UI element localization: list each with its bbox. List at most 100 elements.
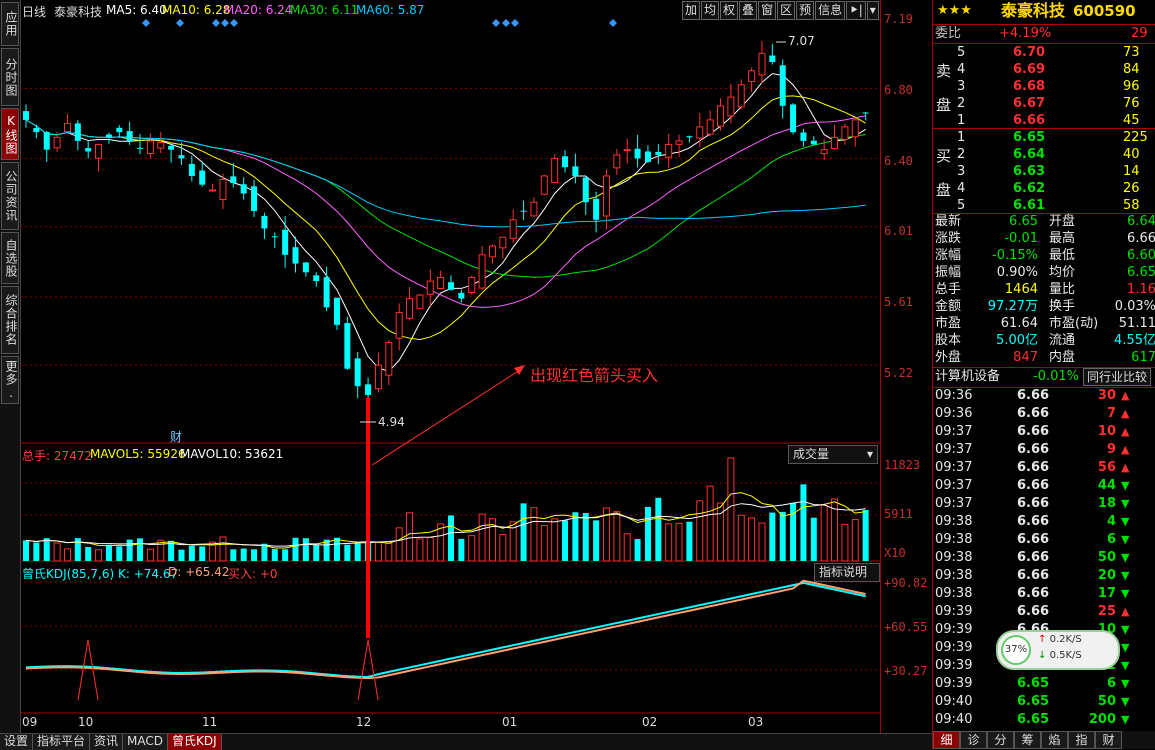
- nav-apps[interactable]: 应用: [1, 2, 19, 46]
- ma20-label: MA20: 6.24: [224, 3, 293, 17]
- tick-volume: 6: [1106, 532, 1116, 547]
- toolbar-button[interactable]: 均: [701, 1, 720, 20]
- level-price: 6.69: [1013, 62, 1046, 77]
- toolbar-button[interactable]: 加: [682, 1, 701, 20]
- stat-value: 1.16: [1127, 282, 1155, 297]
- tick-list[interactable]: 09:36 6.66 30 ▲ 09:36 6.66 7 ▲ 09:37 6.66 …: [933, 387, 1155, 729]
- volume-bar: [562, 520, 569, 561]
- toolbar-button[interactable]: 叠: [739, 1, 758, 20]
- stat-label: 开盘: [1049, 214, 1076, 229]
- event-marker-icon: [492, 19, 500, 27]
- industry-compare-button[interactable]: 同行业比较: [1083, 368, 1152, 386]
- volume-bar: [665, 523, 673, 562]
- level-price: 6.70: [1013, 45, 1046, 60]
- stat-value: 0.90%: [996, 265, 1038, 280]
- stat-value: 617: [1131, 350, 1155, 365]
- tick-volume: 6: [1106, 676, 1116, 691]
- x-axis-label: 10: [78, 715, 94, 729]
- candle-body: [406, 298, 414, 319]
- volume-bar: [841, 523, 849, 562]
- candle-body: [240, 184, 247, 194]
- tab-macd[interactable]: MACD: [123, 734, 169, 750]
- tab-settings[interactable]: 设置: [0, 734, 34, 750]
- toolbar-button[interactable]: 区: [777, 1, 796, 20]
- indicator-help-button[interactable]: 指标说明: [814, 563, 880, 582]
- nav-ranking[interactable]: 综合排名: [1, 286, 19, 354]
- candle-body: [572, 166, 579, 176]
- volume-bar: [426, 537, 434, 562]
- toolbar-button[interactable]: ▾: [866, 1, 879, 20]
- order-book-row[interactable]: 3 6.63 14: [933, 163, 1155, 181]
- quote-stat-row: 总手 1464 量比 1.16: [933, 281, 1155, 299]
- toolbar-button[interactable]: ⯈|: [846, 1, 866, 20]
- order-book-row[interactable]: 5 6.70 73: [933, 44, 1155, 62]
- stat-label: 外盘: [935, 350, 962, 365]
- tick-volume: 30: [1097, 388, 1116, 403]
- nav-intraday[interactable]: 分时图: [1, 48, 19, 106]
- arrow-up-icon: ▲: [1121, 425, 1130, 438]
- toolbar-button[interactable]: 权: [720, 1, 739, 20]
- stat-label: 均价: [1049, 265, 1076, 280]
- quote-tab[interactable]: 分: [987, 731, 1014, 749]
- candle-body: [74, 123, 81, 141]
- stat-value: 5.00亿: [996, 333, 1038, 348]
- nav-kline[interactable]: K线图: [1, 108, 19, 160]
- order-book-row[interactable]: 3 6.68 96: [933, 78, 1155, 96]
- arrow-down-icon: ▼: [1121, 515, 1130, 528]
- level-price: 6.65: [1013, 130, 1046, 145]
- candle-body: [696, 126, 704, 139]
- tick-volume: 25: [1097, 604, 1116, 619]
- volume-indicator-dropdown[interactable]: 成交量 ▾: [788, 445, 878, 464]
- order-book-row[interactable]: 4 6.62 26: [933, 180, 1155, 198]
- quote-tab[interactable]: 诊: [960, 731, 987, 749]
- stat-value: 6.66: [1127, 231, 1155, 246]
- tick-volume: 4: [1106, 514, 1116, 529]
- finance-marker[interactable]: 财: [170, 428, 182, 445]
- toolbar-button[interactable]: 窗: [758, 1, 777, 20]
- tick-volume: 17: [1097, 586, 1116, 601]
- volume-bar: [354, 543, 361, 561]
- quote-tab[interactable]: 细: [933, 731, 960, 749]
- order-book-row[interactable]: 2 6.67 76: [933, 95, 1155, 113]
- kdj-tick: +90.82: [884, 576, 928, 590]
- quote-tab[interactable]: 筹: [1014, 731, 1041, 749]
- quote-tab[interactable]: 指: [1068, 731, 1095, 749]
- candle-body: [292, 247, 299, 264]
- nav-more[interactable]: 更多.: [1, 356, 19, 404]
- ma60-label: MA60: 5.87: [356, 3, 425, 17]
- tick-row: 09:36 6.66 30 ▲: [933, 387, 1155, 405]
- candle-body: [63, 122, 71, 132]
- price-tick: 6.80: [884, 83, 913, 97]
- level-number: 4: [957, 181, 966, 196]
- tab-kdj[interactable]: 曾氏KDJ: [168, 734, 222, 750]
- nav-company-info[interactable]: 公司资讯: [1, 162, 19, 230]
- event-marker-icon: [212, 19, 220, 27]
- tab-news[interactable]: 资讯: [90, 734, 124, 750]
- tab-indicator-platform[interactable]: 指标平台: [33, 734, 91, 750]
- network-speed-badge[interactable]: 37% ↑ 0.2K/S ↓ 0.5K/S: [996, 630, 1120, 670]
- stat-value: -0.01: [1004, 231, 1038, 246]
- volume-bar: [582, 512, 589, 561]
- candle-body: [33, 127, 40, 133]
- toolbar-button[interactable]: 信息: [815, 1, 846, 20]
- volume-tick: 11823: [884, 458, 921, 472]
- candle-body: [737, 84, 745, 108]
- volume-bar: [116, 546, 123, 561]
- nav-watchlist[interactable]: 自选股: [1, 232, 19, 284]
- toolbar-button[interactable]: 预: [796, 1, 815, 20]
- candle-body: [582, 177, 589, 203]
- order-book-row[interactable]: 2 6.64 40: [933, 146, 1155, 164]
- order-book-row[interactable]: 4 6.69 84: [933, 61, 1155, 79]
- candle-body: [530, 201, 538, 217]
- level-price: 6.64: [1013, 147, 1046, 162]
- quote-tab[interactable]: 焰: [1041, 731, 1068, 749]
- ma30-label: MA30: 6.11: [290, 3, 359, 17]
- tick-price: 6.65: [1017, 676, 1050, 691]
- volume-bar: [374, 542, 382, 562]
- kline-chart-area[interactable]: 日线 泰豪科技 MA5: 6.40 MA10: 6.28 MA20: 6.24 …: [20, 0, 880, 733]
- quote-tab[interactable]: 财: [1095, 731, 1122, 749]
- candle-body: [282, 229, 289, 255]
- order-book-row[interactable]: 1 6.65 225: [933, 129, 1155, 147]
- candle-body: [509, 219, 517, 239]
- stat-label: 涨幅: [935, 248, 962, 263]
